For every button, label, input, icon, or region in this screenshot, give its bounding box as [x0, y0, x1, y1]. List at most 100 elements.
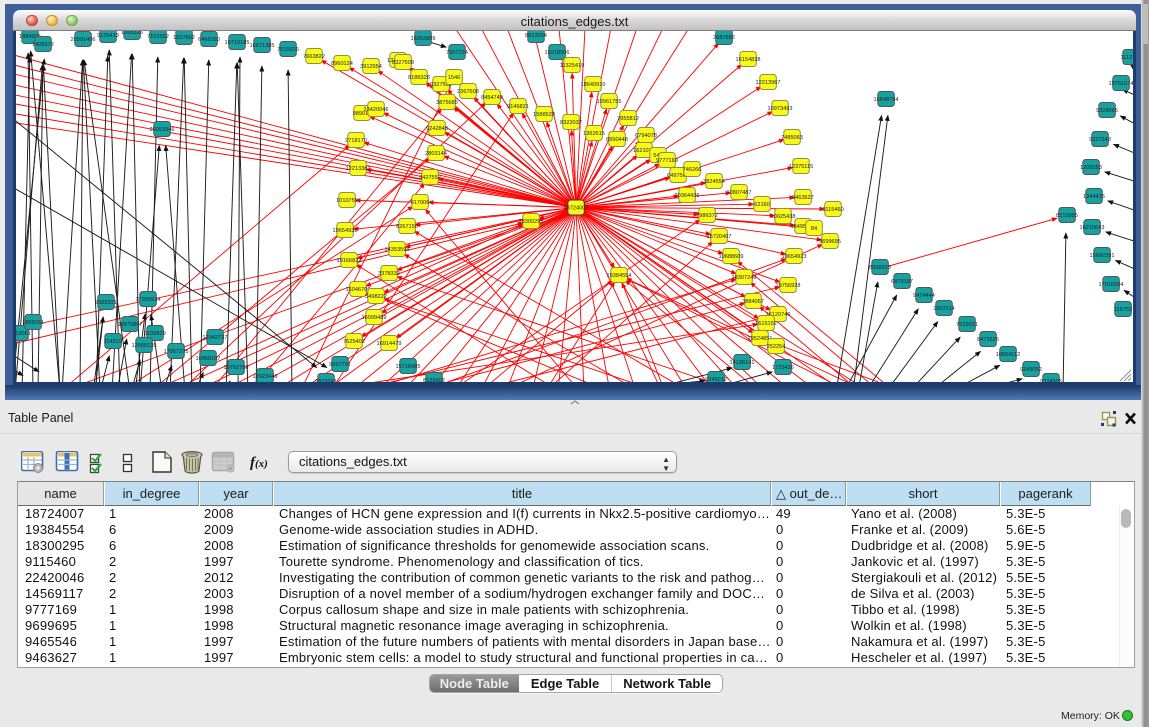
svg-text:9699695: 9699695	[819, 239, 841, 245]
svg-text:252254: 252254	[767, 344, 786, 350]
svg-text:1065326: 1065326	[121, 31, 143, 36]
svg-text:8215955: 8215955	[1056, 213, 1078, 219]
svg-text:11325419: 11325419	[560, 63, 584, 69]
svg-text:1156829: 1156829	[144, 331, 165, 337]
svg-text:3915061: 3915061	[16, 331, 31, 337]
svg-text:6794078: 6794078	[635, 133, 657, 139]
svg-text:8322037: 8322037	[560, 120, 582, 126]
svg-text:6879197: 6879197	[891, 279, 913, 285]
svg-text:9324505: 9324505	[1040, 379, 1062, 382]
svg-text:7357224: 7357224	[446, 50, 468, 56]
svg-text:12213382: 12213382	[346, 166, 371, 172]
svg-text:1010755: 1010755	[336, 198, 358, 204]
svg-text:20991406: 20991406	[71, 37, 96, 43]
svg-text:8327508: 8327508	[392, 60, 414, 66]
svg-text:1855051: 1855051	[22, 320, 44, 326]
svg-text:19166822: 19166822	[337, 258, 362, 264]
svg-text:10961755: 10961755	[597, 99, 622, 105]
svg-text:9657791: 9657791	[329, 362, 351, 368]
svg-text:1546: 1546	[448, 75, 460, 81]
svg-text:19756928: 19756928	[776, 283, 801, 289]
svg-text:18724007: 18724007	[564, 206, 589, 212]
svg-text:8186328: 8186328	[408, 75, 430, 81]
svg-text:8125402: 8125402	[423, 378, 445, 382]
svg-text:14136141: 14136141	[730, 360, 755, 366]
svg-text:8267150: 8267150	[396, 224, 418, 230]
svg-text:18307249: 18307249	[732, 275, 757, 281]
svg-text:16914479: 16914479	[377, 341, 402, 347]
svg-text:23420046: 23420046	[364, 107, 389, 113]
svg-text:1209383: 1209383	[1080, 165, 1102, 171]
svg-text:7955812: 7955812	[617, 116, 639, 122]
svg-text:16154838: 16154838	[736, 57, 761, 63]
svg-text:10958107: 10958107	[196, 356, 221, 362]
svg-text:9427552: 9427552	[419, 175, 441, 181]
svg-text:20364436: 20364436	[675, 193, 700, 199]
svg-text:6466160: 6466160	[198, 37, 220, 43]
svg-text:114519: 114519	[104, 339, 122, 345]
svg-text:1615152: 1615152	[755, 321, 777, 327]
svg-text:10975867: 10975867	[118, 322, 143, 328]
svg-text:12923446: 12923446	[253, 374, 278, 380]
svg-text:2718170: 2718170	[345, 138, 367, 144]
svg-text:1244415: 1244415	[1083, 194, 1105, 200]
svg-text:917006: 917006	[411, 200, 430, 206]
svg-text:17957275: 17957275	[164, 349, 189, 355]
svg-text:1405572: 1405572	[32, 42, 54, 48]
svg-text:10973493: 10973493	[768, 106, 793, 112]
svg-text:8813054: 8813054	[525, 33, 547, 39]
svg-text:9135413: 9135413	[97, 33, 119, 39]
svg-text:3378332: 3378332	[378, 271, 400, 277]
svg-text:16046706: 16046706	[346, 287, 371, 293]
svg-text:18640910: 18640910	[581, 82, 606, 88]
svg-text:10688609: 10688609	[719, 254, 744, 260]
svg-text:1588520: 1588520	[533, 112, 555, 118]
svg-text:62160: 62160	[754, 202, 770, 208]
svg-text:2687682: 2687682	[713, 35, 735, 41]
svg-text:7515526: 7515526	[277, 47, 299, 53]
svg-text:15751074: 15751074	[1109, 81, 1133, 87]
svg-text:3912954: 3912954	[360, 64, 382, 70]
svg-text:16648784: 16648784	[874, 97, 899, 103]
svg-text:15692391: 15692391	[1090, 253, 1115, 259]
svg-text:14353594: 14353594	[385, 247, 410, 253]
svg-text:16210643: 16210643	[1080, 225, 1105, 231]
svg-text:7663822: 7663822	[303, 54, 325, 60]
svg-text:9245052: 9245052	[1020, 367, 1042, 373]
svg-text:3884067: 3884067	[742, 299, 764, 305]
svg-text:10807487: 10807487	[727, 190, 752, 196]
svg-text:7485063: 7485063	[781, 135, 803, 141]
svg-text:10719185: 10719185	[225, 40, 250, 46]
svg-text:7632621: 7632621	[956, 322, 978, 328]
svg-text:1527602: 1527602	[173, 35, 195, 41]
svg-text:8960124: 8960124	[331, 61, 353, 67]
svg-text:2803144: 2803144	[425, 151, 447, 157]
svg-text:10782759: 10782759	[224, 365, 249, 371]
svg-text:9146821: 9146821	[507, 104, 529, 110]
svg-text:7986372: 7986372	[696, 213, 718, 219]
svg-text:3824554: 3824554	[703, 179, 725, 185]
svg-text:9329966: 9329966	[1096, 108, 1118, 114]
svg-text:12505135: 12505135	[132, 343, 157, 349]
svg-text:9115460: 9115460	[822, 207, 843, 213]
svg-text:10654112: 10654112	[996, 352, 1020, 358]
svg-text:2367608: 2367608	[457, 89, 479, 95]
svg-text:19218506: 19218506	[545, 50, 570, 56]
svg-text:8990448: 8990448	[606, 137, 628, 143]
svg-text:746266: 746266	[683, 167, 702, 173]
svg-text:1362615: 1362615	[583, 131, 605, 137]
svg-text:15720407: 15720407	[707, 234, 732, 240]
svg-text:1733426: 1733426	[772, 365, 794, 371]
svg-text:19654932: 19654932	[333, 228, 358, 234]
svg-text:8938923: 8938923	[869, 265, 891, 271]
svg-text:9819241: 9819241	[315, 379, 337, 382]
svg-text:12375115: 12375115	[789, 164, 813, 170]
svg-text:10025438: 10025438	[771, 214, 796, 220]
svg-text:2933114: 2933114	[933, 306, 954, 312]
svg-text:8454749: 8454749	[481, 95, 503, 101]
svg-text:12942737: 12942737	[203, 335, 228, 341]
svg-text:9227343: 9227343	[1089, 137, 1111, 143]
svg-text:16099489: 16099489	[362, 315, 387, 321]
svg-text:84: 84	[811, 226, 817, 232]
svg-text:19384554: 19384554	[607, 273, 632, 279]
